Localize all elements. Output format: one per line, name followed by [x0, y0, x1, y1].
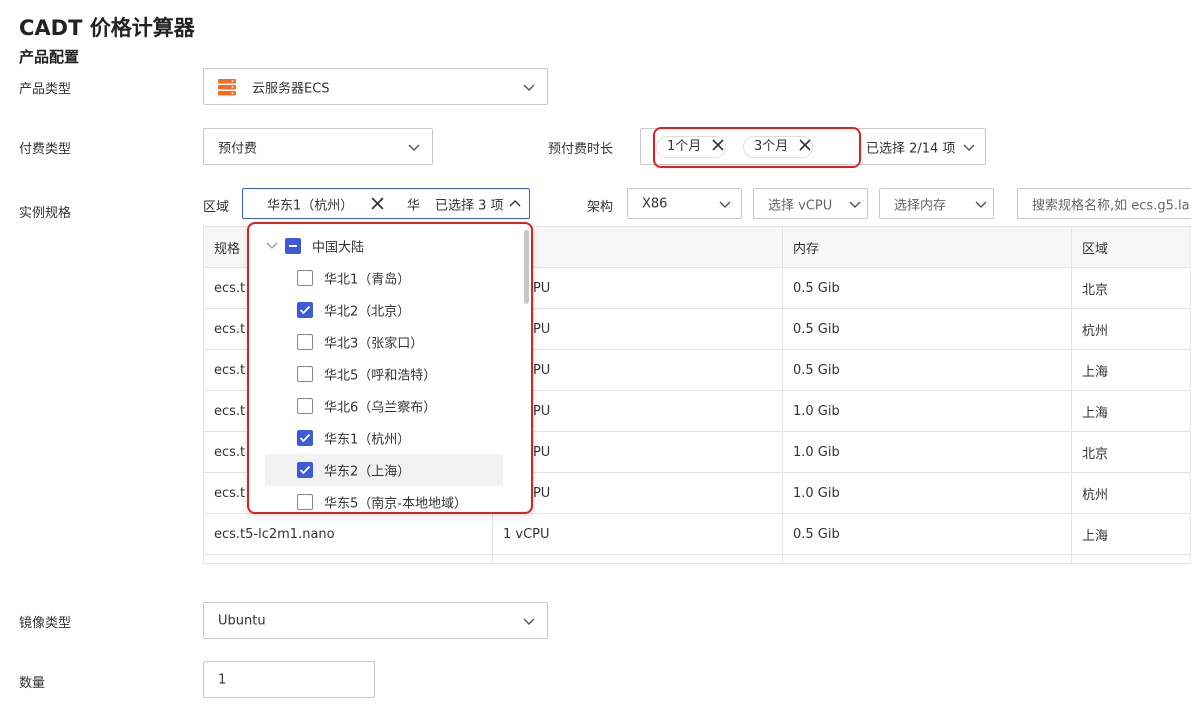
region-option-label: 华北5（呼和浩特）	[324, 368, 437, 384]
cell: PU	[491, 390, 783, 432]
product-type-value: 云服务器ECS	[252, 81, 330, 96]
region-checkbox[interactable]	[297, 430, 313, 446]
cell: PU	[491, 308, 783, 350]
chevron-down-icon[interactable]	[265, 240, 279, 256]
image-type-value: Ubuntu	[218, 613, 266, 628]
region-option[interactable]: 华北3（张家口）	[265, 326, 503, 358]
ecs-server-icon	[218, 79, 236, 96]
cell: 上海	[1071, 349, 1191, 391]
region-option-label: 华北3（张家口）	[324, 336, 424, 352]
region-option[interactable]: 华北5（呼和浩特）	[265, 358, 503, 390]
product-type-label: 产品类型	[19, 82, 72, 97]
region-option[interactable]: 华东5（南京-本地地域）	[265, 486, 503, 512]
vcpu-placeholder: 选择 vCPU	[768, 198, 833, 213]
region-checkbox[interactable]	[297, 334, 313, 350]
chevron-down-icon	[847, 196, 863, 212]
chevron-down-icon	[521, 79, 537, 95]
chevron-down-icon	[973, 196, 989, 212]
cell: 1 vCPU	[491, 513, 783, 555]
region-checkbox[interactable]	[297, 494, 313, 510]
table-row	[203, 554, 1191, 564]
vcpu-select[interactable]: 选择 vCPU	[753, 188, 868, 219]
region-checkbox[interactable]	[297, 270, 313, 286]
cell: PU	[491, 472, 783, 514]
scrollbar[interactable]	[524, 230, 529, 304]
product-type-select[interactable]: 云服务器ECS	[203, 68, 548, 105]
arch-value: X86	[642, 196, 668, 211]
region-option-label: 华北2（北京）	[324, 304, 411, 320]
page-title: CADT 价格计算器	[19, 16, 195, 40]
close-icon[interactable]	[370, 196, 385, 211]
image-type-select[interactable]: Ubuntu	[203, 602, 548, 639]
memory-placeholder: 选择内存	[894, 198, 947, 213]
region-option[interactable]: 华东1（杭州）	[265, 422, 503, 454]
quantity-input[interactable]: 1	[203, 661, 375, 698]
cell: 0.5 Gib	[781, 308, 1073, 350]
region-summary: 已选择 3 项	[433, 194, 504, 213]
cell: PU	[491, 267, 783, 309]
region-checkbox[interactable]	[297, 462, 313, 478]
region-group-item[interactable]: 中国大陆	[249, 230, 503, 262]
chevron-up-icon	[507, 196, 523, 212]
chevron-down-icon	[406, 139, 422, 155]
spec-search-input[interactable]: 搜索规格名称,如 ecs.g5.la	[1017, 188, 1191, 219]
cell: 北京	[1071, 267, 1191, 309]
region-option-label: 华北1（青岛）	[324, 272, 411, 288]
cell: 北京	[1071, 431, 1191, 473]
region-select[interactable]: 华东1（杭州） 华 已选择 3 项	[242, 188, 530, 219]
region-checkbox[interactable]	[297, 302, 313, 318]
region-checkbox[interactable]	[297, 366, 313, 382]
cell: 上海	[1071, 390, 1191, 432]
cell: PU	[491, 431, 783, 473]
chevron-down-icon	[521, 613, 537, 629]
column-header[interactable]: 区域	[1071, 226, 1191, 268]
chevron-down-icon	[717, 196, 733, 212]
billing-type-select[interactable]: 预付费	[203, 128, 433, 165]
region-option-label: 华北6（乌兰察布）	[324, 400, 437, 416]
billing-type-label: 付费类型	[19, 142, 72, 157]
cell: 0.5 Gib	[781, 513, 1073, 555]
cell: PU	[491, 349, 783, 391]
cell: 杭州	[1071, 308, 1191, 350]
search-placeholder: 搜索规格名称,如 ecs.g5.la	[1032, 198, 1190, 213]
table-row[interactable]: ecs.t5-lc2m1.nano 1 vCPU 0.5 Gib 上海	[203, 513, 1191, 555]
prepay-duration-label: 预付费时长	[548, 142, 614, 157]
arch-select[interactable]: X86	[627, 188, 742, 219]
cell: 1.0 Gib	[781, 472, 1073, 514]
cell: 0.5 Gib	[781, 349, 1073, 391]
region-option[interactable]: 华北6（乌兰察布）	[265, 390, 503, 422]
cell: 上海	[1071, 513, 1191, 555]
region-group-label: 中国大陆	[312, 240, 365, 256]
instance-spec-label: 实例规格	[19, 206, 72, 221]
region-option[interactable]: 华北1（青岛）	[265, 262, 503, 294]
region-tag-label: 华东1（杭州）	[267, 198, 354, 213]
highlight-box	[653, 127, 861, 168]
column-header[interactable]: 内存	[781, 226, 1073, 268]
section-title: 产品配置	[19, 48, 80, 66]
cell: 0.5 Gib	[781, 267, 1073, 309]
region-option-label: 华东5（南京-本地地域）	[324, 496, 467, 512]
quantity-value: 1	[218, 672, 227, 687]
region-checkbox[interactable]	[297, 398, 313, 414]
cell: 杭州	[1071, 472, 1191, 514]
chevron-down-icon	[961, 139, 977, 155]
region-option[interactable]: 华东2（上海）	[265, 454, 503, 486]
region-label: 区域	[203, 200, 230, 215]
memory-select[interactable]: 选择内存	[879, 188, 994, 219]
region-option[interactable]: 华北2（北京）	[265, 294, 503, 326]
cell: 1.0 Gib	[781, 431, 1073, 473]
quantity-label: 数量	[19, 676, 46, 691]
billing-type-value: 预付费	[218, 141, 258, 156]
cell: 1.0 Gib	[781, 390, 1073, 432]
cell: ecs.t5-lc2m1.nano	[203, 513, 493, 555]
column-header[interactable]	[491, 226, 783, 268]
indeterminate-checkbox[interactable]	[285, 238, 301, 254]
region-tag-partial: 华	[407, 198, 421, 213]
duration-summary: 已选择 2/14 项	[866, 141, 956, 156]
region-dropdown[interactable]: 中国大陆 华北1（青岛） 华北2（北京） 华北3（张家口） 华北5（呼和浩特） 华北6（…	[247, 222, 533, 514]
region-option-label: 华东1（杭州）	[324, 432, 411, 448]
region-option-label: 华东2（上海）	[324, 464, 411, 480]
arch-label: 架构	[587, 200, 614, 215]
image-type-label: 镜像类型	[19, 616, 72, 631]
